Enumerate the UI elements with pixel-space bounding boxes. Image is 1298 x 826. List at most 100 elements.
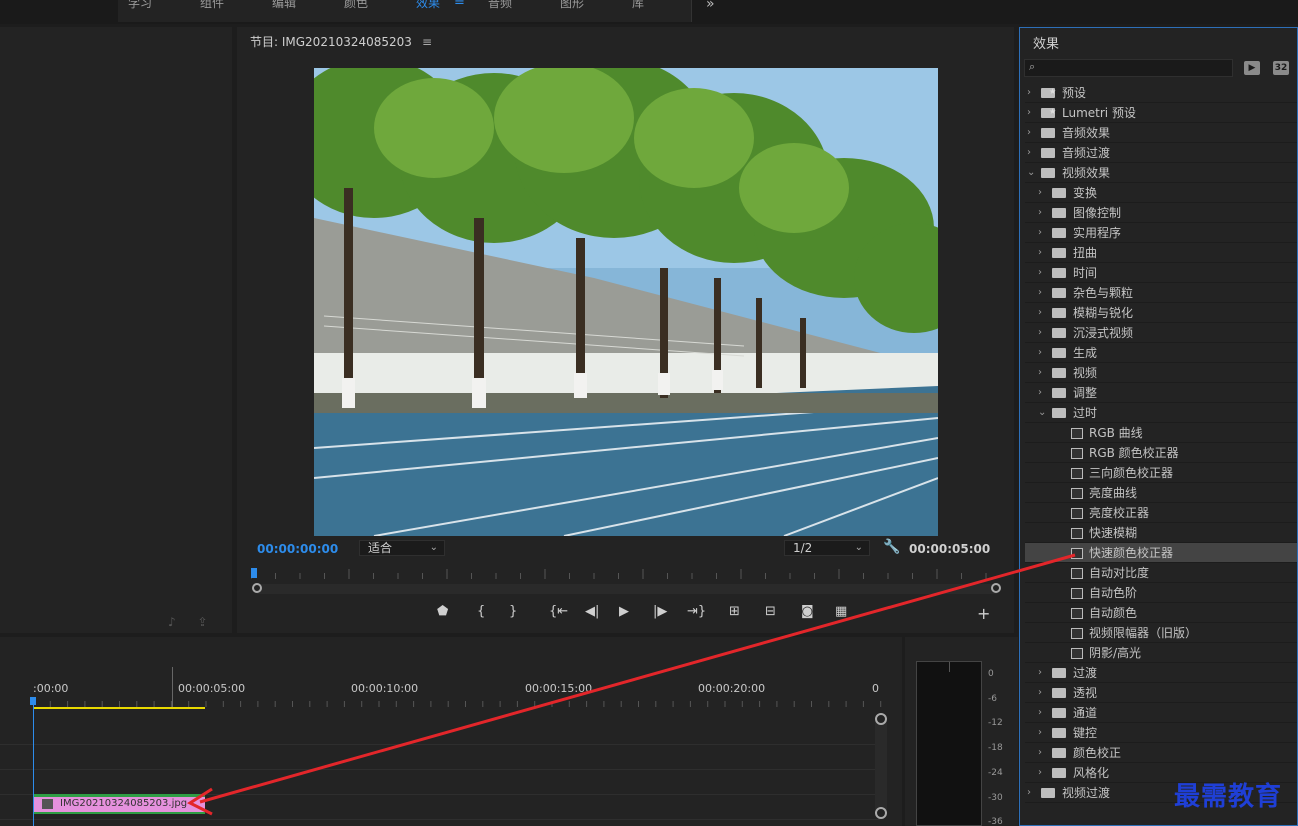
effect-folder[interactable]: › 通道 xyxy=(1025,703,1297,723)
current-timecode[interactable]: 00:00:00:00 xyxy=(257,542,338,556)
chevron-down-icon[interactable]: ⌄ xyxy=(1038,403,1046,423)
workspace-menu-icon[interactable]: ≡ xyxy=(454,0,465,9)
timeline-clip[interactable]: IMG20210324085203.jpg xyxy=(34,794,205,814)
step-back-icon[interactable]: ◀| xyxy=(585,604,599,619)
go-to-out-icon[interactable]: ⇥} xyxy=(687,604,706,619)
chevron-down-icon[interactable]: ⌄ xyxy=(1027,163,1035,183)
chevron-right-icon[interactable]: › xyxy=(1038,763,1042,783)
effect-item[interactable]: 自动色阶 xyxy=(1025,583,1297,603)
step-forward-icon[interactable]: |▶ xyxy=(653,604,667,619)
effect-folder[interactable]: › 预设 xyxy=(1025,82,1297,103)
chevron-right-icon[interactable]: › xyxy=(1027,123,1031,143)
effect-item[interactable]: 自动颜色 xyxy=(1025,603,1297,623)
effect-folder[interactable]: › 实用程序 xyxy=(1025,223,1297,243)
program-playhead[interactable] xyxy=(251,568,257,578)
chevron-right-icon[interactable]: › xyxy=(1038,263,1042,283)
effect-item[interactable]: 三向颜色校正器 xyxy=(1025,463,1297,483)
effect-item[interactable]: 亮度校正器 xyxy=(1025,503,1297,523)
chevron-right-icon[interactable]: › xyxy=(1038,323,1042,343)
effect-folder[interactable]: › 音频过渡 xyxy=(1025,143,1297,163)
effect-item[interactable]: 亮度曲线 xyxy=(1025,483,1297,503)
tab-libraries[interactable]: 库 xyxy=(632,0,644,11)
export-icon[interactable]: ⇪ xyxy=(198,615,208,629)
effect-item[interactable]: 视频限幅器（旧版） xyxy=(1025,623,1297,643)
effect-folder[interactable]: › 模糊与锐化 xyxy=(1025,303,1297,323)
tab-effects[interactable]: 效果 xyxy=(416,0,440,11)
effect-folder[interactable]: › 透视 xyxy=(1025,683,1297,703)
chevron-right-icon[interactable]: › xyxy=(1038,223,1042,243)
chevron-right-icon[interactable]: › xyxy=(1038,743,1042,763)
chevron-right-icon[interactable]: › xyxy=(1038,203,1042,223)
accelerated-effects-icon[interactable]: ▶ xyxy=(1244,61,1260,75)
effect-item[interactable]: RGB 曲线 xyxy=(1025,423,1297,443)
chevron-right-icon[interactable]: › xyxy=(1038,183,1042,203)
chevron-right-icon[interactable]: › xyxy=(1027,783,1031,803)
chevron-right-icon[interactable]: › xyxy=(1027,143,1031,163)
effect-folder[interactable]: › 音频效果 xyxy=(1025,123,1297,143)
chevron-right-icon[interactable]: › xyxy=(1038,243,1042,263)
program-monitor-title[interactable]: 节目: IMG20210324085203 ≡ xyxy=(250,33,432,50)
work-area-bar[interactable] xyxy=(33,707,205,709)
tab-audio[interactable]: 音频 xyxy=(488,0,512,11)
effect-item[interactable]: 阴影/高光 xyxy=(1025,643,1297,663)
effects-panel-title[interactable]: 效果 xyxy=(1033,33,1059,52)
mark-out-icon[interactable]: } xyxy=(509,604,517,619)
scroll-handle-top[interactable] xyxy=(875,713,887,725)
chevron-right-icon[interactable]: › xyxy=(1027,103,1031,123)
effect-folder[interactable]: ⌄ 过时 xyxy=(1025,403,1297,423)
zoom-scrollbar[interactable] xyxy=(252,583,1001,594)
effect-item[interactable]: 快速颜色校正器 xyxy=(1025,543,1297,563)
insert-icon[interactable]: ⊞ xyxy=(729,604,740,619)
chevron-right-icon[interactable]: › xyxy=(1038,703,1042,723)
program-video-frame[interactable] xyxy=(314,68,938,536)
timeline-playhead[interactable] xyxy=(30,697,36,705)
scroll-handle-bottom[interactable] xyxy=(875,807,887,819)
chevron-right-icon[interactable]: › xyxy=(1038,283,1042,303)
camera-icon[interactable]: ◙ xyxy=(801,604,814,619)
effect-folder[interactable]: › 调整 xyxy=(1025,383,1297,403)
go-to-in-icon[interactable]: {⇤ xyxy=(549,604,568,619)
effect-folder[interactable]: › 视频 xyxy=(1025,363,1297,383)
comparison-view-icon[interactable]: ▦ xyxy=(835,604,847,619)
effect-folder[interactable]: › 杂色与颗粒 xyxy=(1025,283,1297,303)
marker-icon[interactable]: ⬟ xyxy=(437,604,448,619)
effect-folder[interactable]: › 扭曲 xyxy=(1025,243,1297,263)
zoom-handle-right[interactable] xyxy=(991,583,1001,593)
drag-audio-icon[interactable]: ♪ xyxy=(168,615,176,629)
program-menu-icon[interactable]: ≡ xyxy=(422,35,432,49)
wrench-icon[interactable]: 🔧 xyxy=(883,539,900,555)
effect-folder[interactable]: ⌄ 视频效果 xyxy=(1025,163,1297,183)
chevron-right-icon[interactable]: › xyxy=(1038,343,1042,363)
overwrite-icon[interactable]: ⊟ xyxy=(765,604,776,619)
tab-editing[interactable]: 编辑 xyxy=(272,0,296,11)
tab-assembly[interactable]: 组件 xyxy=(200,0,224,11)
tab-learn[interactable]: 学习 xyxy=(128,0,152,11)
effect-item[interactable]: 自动对比度 xyxy=(1025,563,1297,583)
effects-search-input[interactable]: ⌕ xyxy=(1024,59,1233,77)
chevron-right-icon[interactable]: › xyxy=(1038,383,1042,403)
zoom-handle-left[interactable] xyxy=(252,583,262,593)
32bit-effects-icon[interactable]: 32 xyxy=(1273,61,1289,75)
effect-folder[interactable]: › 变换 xyxy=(1025,183,1297,203)
fit-select[interactable]: 适合 ⌄ xyxy=(359,540,445,556)
effect-folder[interactable]: › 沉浸式视频 xyxy=(1025,323,1297,343)
effect-folder[interactable]: › 过渡 xyxy=(1025,663,1297,683)
effect-folder[interactable]: › 图像控制 xyxy=(1025,203,1297,223)
chevron-right-icon[interactable]: › xyxy=(1038,663,1042,683)
mark-in-icon[interactable]: { xyxy=(477,604,485,619)
add-button-icon[interactable]: + xyxy=(977,604,990,623)
chevron-right-icon[interactable]: › xyxy=(1038,303,1042,323)
effect-folder[interactable]: › 生成 xyxy=(1025,343,1297,363)
more-workspaces-icon[interactable]: » xyxy=(706,0,715,12)
timeline-vertical-scrollbar[interactable] xyxy=(875,713,887,819)
chevron-right-icon[interactable]: › xyxy=(1027,83,1031,103)
program-time-ruler[interactable] xyxy=(251,567,997,581)
chevron-right-icon[interactable]: › xyxy=(1038,723,1042,743)
tab-graphics[interactable]: 图形 xyxy=(560,0,584,11)
chevron-right-icon[interactable]: › xyxy=(1038,363,1042,383)
resolution-select[interactable]: 1/2 ⌄ xyxy=(784,540,870,556)
effect-folder[interactable]: › 键控 xyxy=(1025,723,1297,743)
tab-color[interactable]: 颜色 xyxy=(344,0,368,11)
play-icon[interactable]: ▶ xyxy=(619,604,629,619)
effect-item[interactable]: 快速模糊 xyxy=(1025,523,1297,543)
